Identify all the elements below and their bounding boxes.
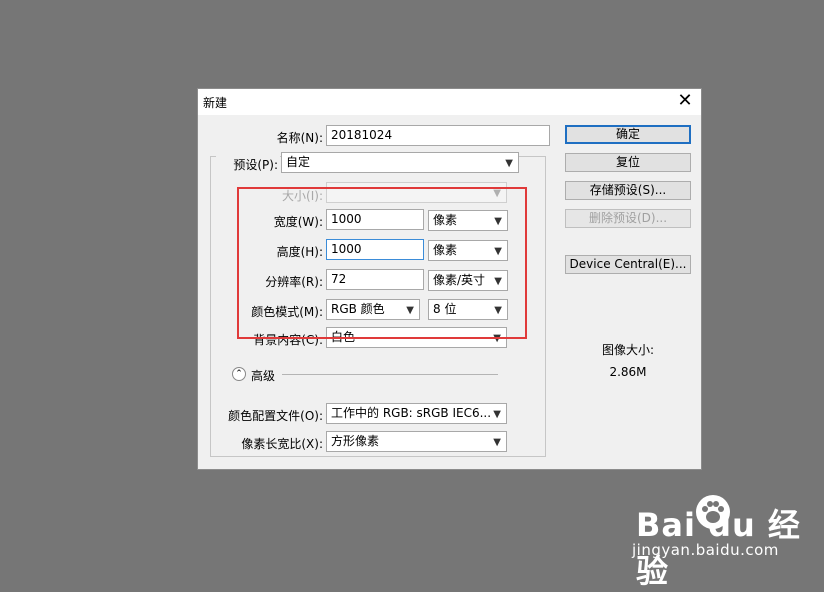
name-label: 名称(N): [276, 131, 323, 145]
chevron-down-icon: ▼ [505, 158, 513, 169]
color-profile-label: 颜色配置文件(O): [228, 409, 323, 423]
chevron-down-icon: ▼ [493, 437, 501, 448]
save-preset-button[interactable]: 存储预设(S)... [565, 181, 691, 200]
dialog-title: 新建 [203, 96, 228, 110]
color-profile-value: 工作中的 RGB: sRGB IEC6... [331, 406, 492, 420]
preset-label: 预设(P): [216, 156, 280, 173]
image-size-label: 图像大小: [601, 343, 655, 357]
ok-button[interactable]: 确定 [565, 125, 691, 144]
dialog-titlebar: 新建 ✕ [198, 89, 701, 115]
delete-preset-button: 删除预设(D)... [565, 209, 691, 228]
advanced-label: 高级 [251, 369, 276, 383]
name-input[interactable]: 20181024 [326, 125, 550, 146]
reset-button[interactable]: 复位 [565, 153, 691, 172]
paw-icon [696, 495, 730, 529]
close-icon[interactable]: ✕ [675, 91, 695, 111]
preset-select-value: 自定 [286, 155, 311, 169]
highlight-box [237, 187, 527, 339]
watermark-url: jingyan.baidu.com [632, 541, 779, 559]
pixel-aspect-value: 方形像素 [331, 434, 380, 448]
pixel-aspect-label: 像素长宽比(X): [241, 437, 323, 451]
image-size-value: 2.86M [609, 365, 647, 379]
chevron-down-icon: ▼ [493, 409, 501, 420]
advanced-divider [282, 374, 498, 375]
preset-select[interactable]: 自定 ▼ [281, 152, 519, 173]
pixel-aspect-select[interactable]: 方形像素 ▼ [326, 431, 507, 452]
device-central-button[interactable]: Device Central(E)... [565, 255, 691, 274]
color-profile-select[interactable]: 工作中的 RGB: sRGB IEC6... ▼ [326, 403, 507, 424]
advanced-toggle-icon[interactable]: ⌃ [232, 367, 246, 381]
